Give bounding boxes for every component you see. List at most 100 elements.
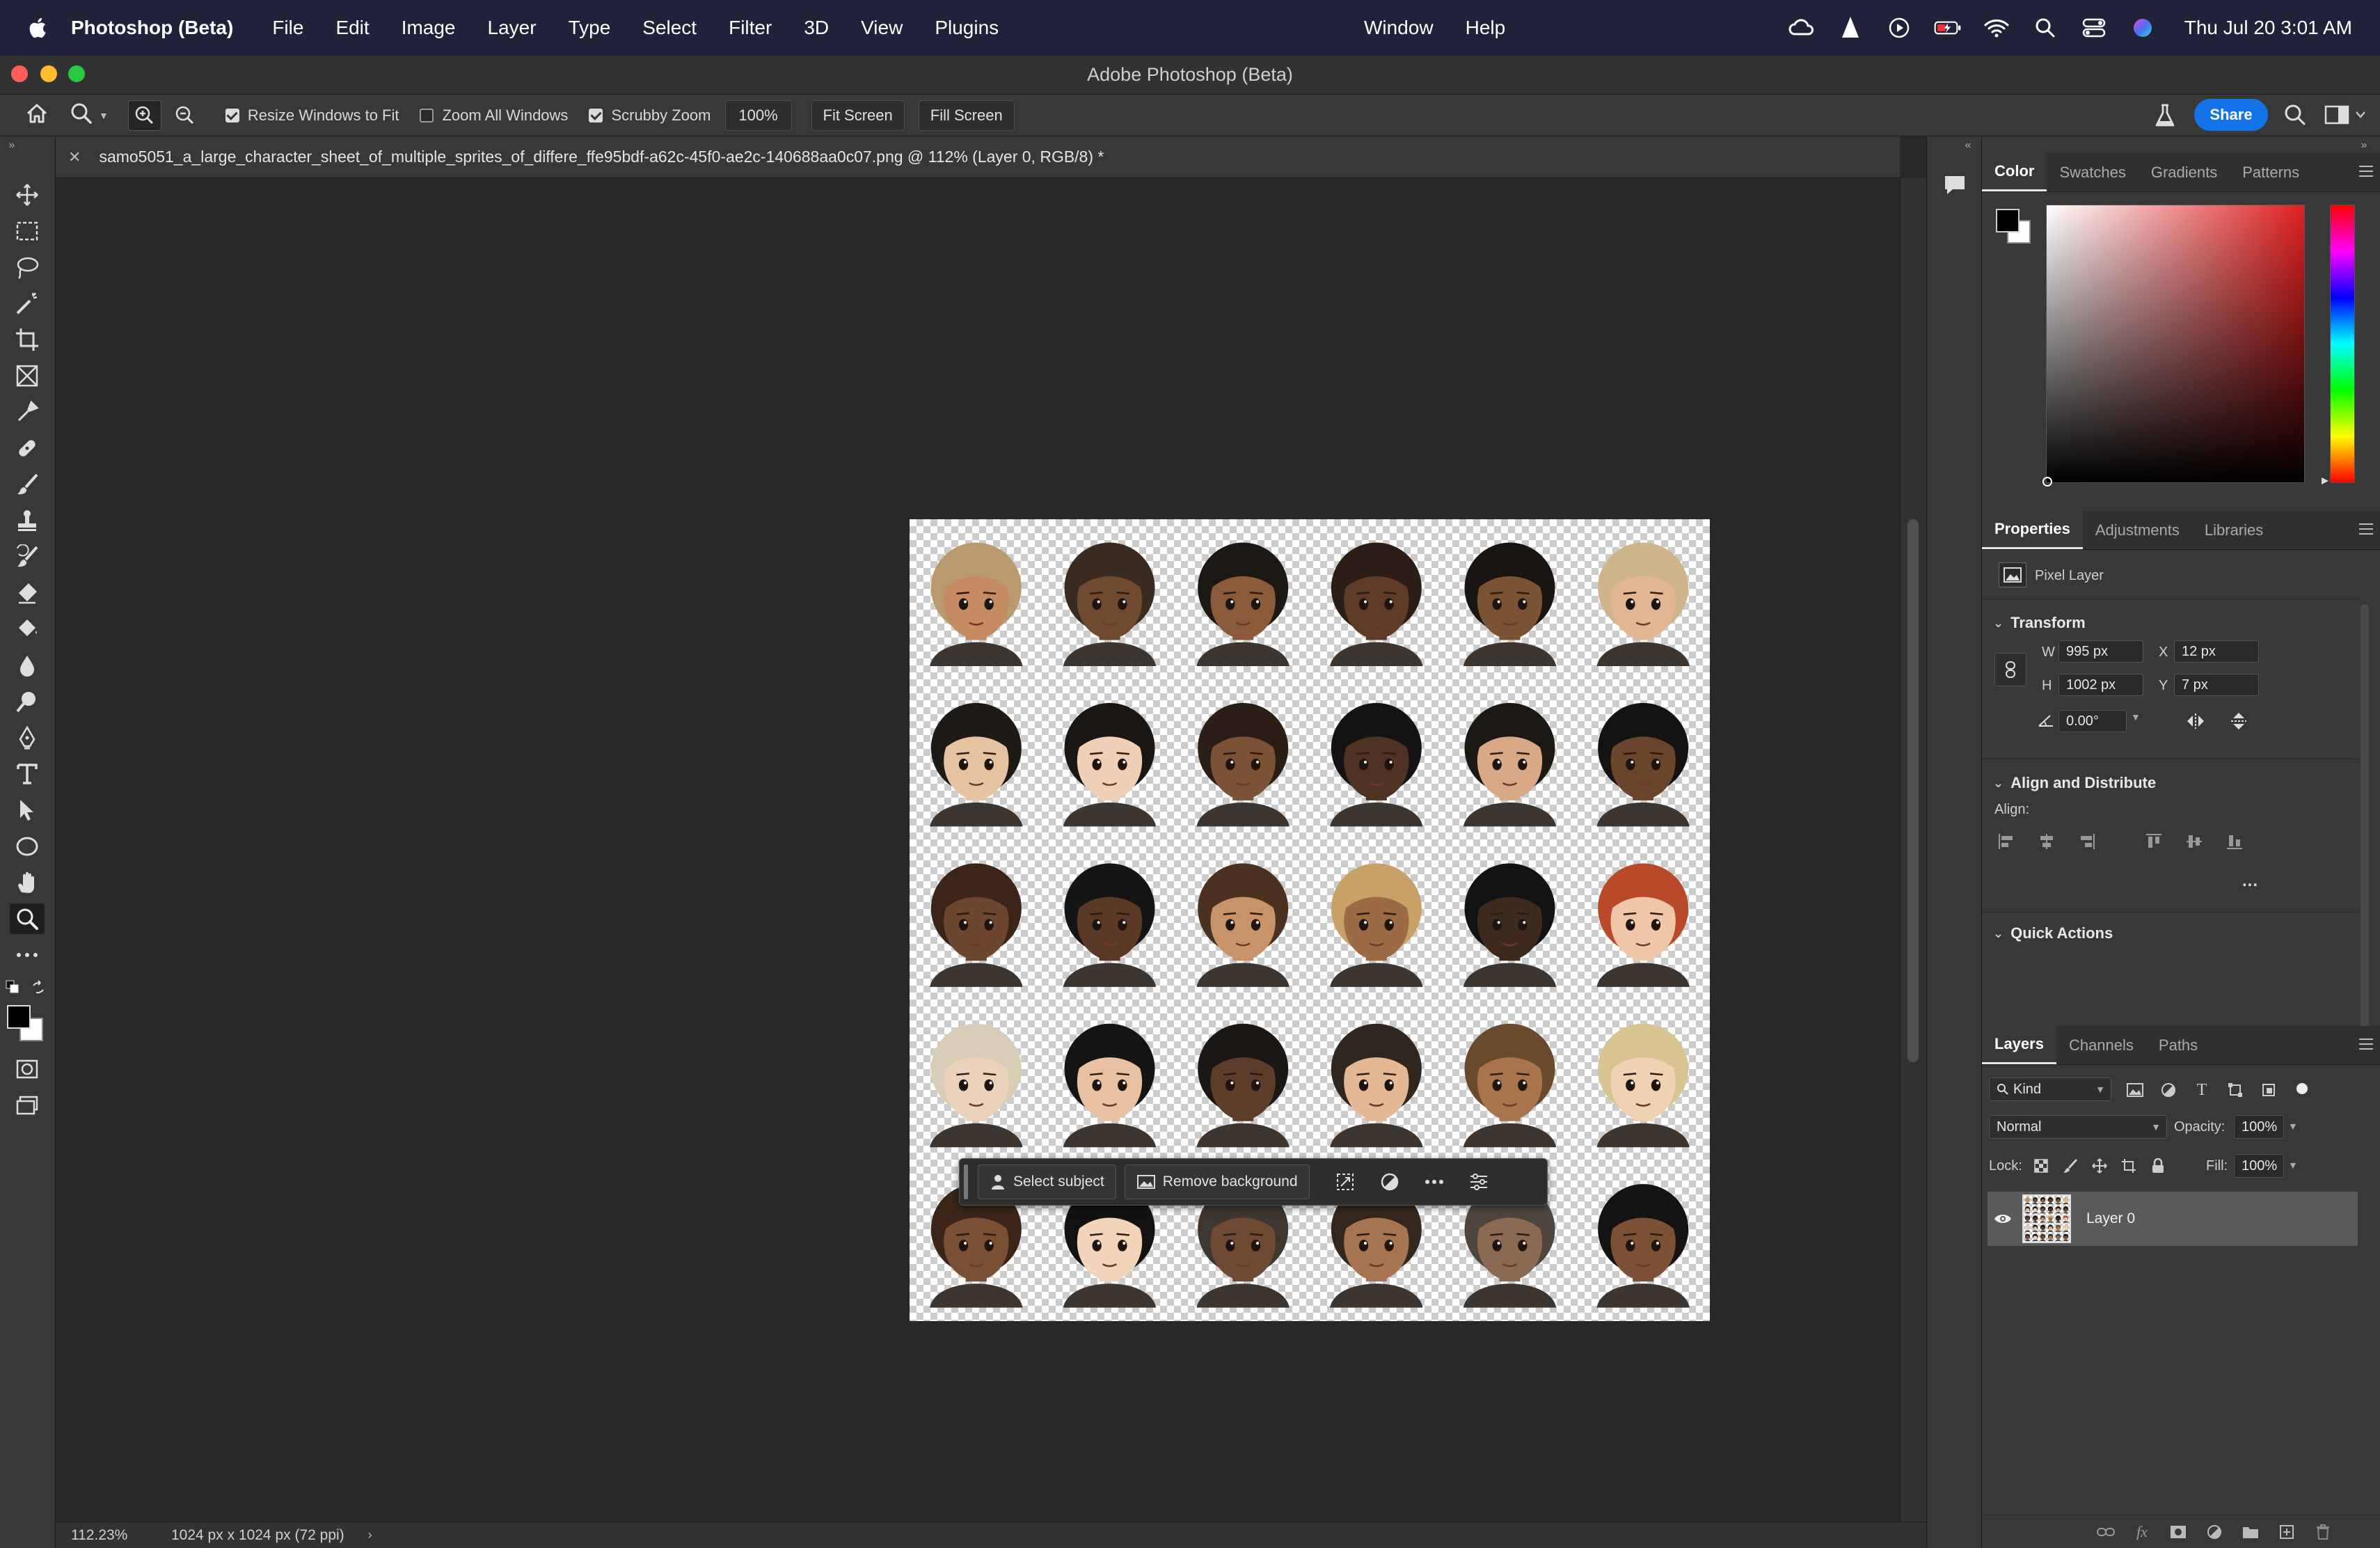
lock-image-pixels-icon[interactable] <box>2061 1157 2079 1175</box>
menu-plugins[interactable]: Plugins <box>935 17 999 39</box>
tab-swatches[interactable]: Swatches <box>2047 154 2138 191</box>
foreground-color-swatch[interactable] <box>7 1005 31 1029</box>
chevron-down-icon[interactable]: ▼ <box>99 110 109 121</box>
angle-dropdown-chevron-icon[interactable]: ▼ <box>2131 711 2141 722</box>
zoom-tool[interactable] <box>10 903 45 934</box>
layer-filter-kind-dropdown[interactable]: Kind ▼ <box>1989 1077 2111 1101</box>
blend-mode-dropdown[interactable]: Normal ▼ <box>1989 1115 2167 1139</box>
color-fg-swatch[interactable] <box>1996 209 2020 232</box>
adjustment-icon[interactable] <box>1372 1164 1407 1199</box>
wifi-icon[interactable] <box>1983 14 2010 42</box>
default-colors-icon[interactable] <box>6 980 19 994</box>
select-subject-button[interactable]: Select subject <box>978 1164 1116 1199</box>
swap-colors-icon[interactable] <box>31 980 46 995</box>
hue-slider-marker-icon[interactable] <box>2320 476 2330 486</box>
filter-type-layers-icon[interactable]: T <box>2192 1080 2212 1100</box>
history-brush-tool[interactable] <box>10 542 45 572</box>
opacity-field[interactable]: 100% <box>2234 1115 2284 1139</box>
menu-filter[interactable]: Filter <box>729 17 772 39</box>
flip-vertical-icon[interactable] <box>2227 710 2251 732</box>
align-left-edges-icon[interactable] <box>1996 831 2017 852</box>
new-group-icon[interactable] <box>2241 1522 2260 1542</box>
play-icon[interactable] <box>1885 14 1913 42</box>
clone-stamp-tool[interactable] <box>10 505 45 536</box>
close-document-icon[interactable]: ✕ <box>68 148 81 166</box>
search-icon[interactable] <box>2284 104 2306 130</box>
layer-effects-icon[interactable]: fx <box>2132 1522 2152 1542</box>
checkbox-unchecked-icon[interactable] <box>420 108 434 123</box>
apple-logo-icon[interactable] <box>25 15 47 40</box>
color-panel-menu-icon[interactable] <box>2359 166 2373 177</box>
tab-channels[interactable]: Channels <box>2056 1027 2146 1064</box>
lock-position-icon[interactable] <box>2091 1157 2109 1175</box>
align-top-edges-icon[interactable] <box>2143 831 2164 852</box>
opacity-slider-chevron-icon[interactable]: ▼ <box>2288 1121 2298 1132</box>
tab-gradients[interactable]: Gradients <box>2139 154 2230 191</box>
tab-layers[interactable]: Layers <box>1982 1025 2056 1064</box>
app-name-menu[interactable]: Photoshop (Beta) <box>71 17 233 39</box>
workspace-switcher-icon[interactable] <box>2324 104 2369 129</box>
expand-dock-icon[interactable]: » <box>2356 139 2372 151</box>
type-tool[interactable] <box>10 759 45 789</box>
move-tool[interactable] <box>10 180 45 210</box>
menu-window[interactable]: Window <box>1364 17 1434 39</box>
filter-adjustment-layers-icon[interactable] <box>2159 1080 2178 1100</box>
filter-smart-objects-icon[interactable] <box>2259 1080 2278 1100</box>
properties-scrollbar[interactable] <box>2361 604 2369 1036</box>
flip-horizontal-icon[interactable] <box>2184 710 2207 732</box>
drag-handle[interactable] <box>964 1164 968 1199</box>
zoom-window-button[interactable] <box>68 65 85 82</box>
creative-cloud-icon[interactable] <box>1788 14 1816 42</box>
vertical-scroll-thumb[interactable] <box>1907 519 1919 1062</box>
collapse-panels-icon[interactable]: « <box>1960 139 1976 151</box>
properties-panel-menu-icon[interactable] <box>2359 523 2373 535</box>
collapse-arrows-icon[interactable]: » <box>4 139 19 151</box>
magic-wand-tool[interactable] <box>10 288 45 319</box>
marquee-tool[interactable] <box>10 216 45 246</box>
menu-3d[interactable]: 3D <box>804 17 829 39</box>
x-position-field[interactable]: 12 px <box>2174 640 2259 663</box>
height-field[interactable]: 1002 px <box>2058 674 2143 696</box>
fit-screen-button[interactable]: Fit Screen <box>811 100 905 131</box>
task-bar-settings-icon[interactable] <box>1461 1164 1496 1199</box>
checkbox-checked-icon[interactable] <box>225 108 239 123</box>
tab-patterns[interactable]: Patterns <box>2230 154 2312 191</box>
brush-tool[interactable] <box>10 469 45 500</box>
filter-toggle-icon[interactable] <box>2292 1079 2312 1098</box>
color-field-marker[interactable] <box>2042 477 2052 487</box>
layer-name[interactable]: Layer 0 <box>2086 1210 2135 1227</box>
lock-all-icon[interactable] <box>2149 1157 2167 1175</box>
lock-artboard-icon[interactable] <box>2120 1157 2138 1175</box>
dodge-tool[interactable] <box>10 686 45 717</box>
eyedropper-tool[interactable] <box>10 397 45 427</box>
document-tab[interactable]: ✕ samo5051_a_large_character_sheet_of_mu… <box>56 136 1900 178</box>
battery-icon[interactable] <box>1934 14 1962 42</box>
beaker-icon[interactable] <box>2155 103 2175 132</box>
minimize-window-button[interactable] <box>40 65 57 82</box>
siri-icon[interactable] <box>2129 14 2157 42</box>
transform-selection-icon[interactable] <box>1328 1164 1363 1199</box>
zoom-level-readout[interactable]: 112.23% <box>71 1527 154 1544</box>
paint-bucket-tool[interactable] <box>10 614 45 645</box>
transform-section-header[interactable]: ⌄ Transform <box>1993 614 2086 632</box>
screen-mode-icon[interactable] <box>10 1090 45 1121</box>
fill-screen-button[interactable]: Fill Screen <box>918 100 1015 131</box>
fill-field[interactable]: 100% <box>2234 1154 2284 1178</box>
layer-row[interactable]: Layer 0 <box>1988 1192 2358 1246</box>
filter-pixel-layers-icon[interactable] <box>2125 1080 2145 1100</box>
eraser-tool[interactable] <box>10 578 45 608</box>
lock-transparent-pixels-icon[interactable] <box>2032 1157 2050 1175</box>
resize-windows-checkbox[interactable]: Resize Windows to Fit <box>225 106 399 125</box>
zoom-out-mode-button[interactable] <box>168 100 202 131</box>
menu-view[interactable]: View <box>861 17 903 39</box>
menu-type[interactable]: Type <box>569 17 611 39</box>
spotlight-icon[interactable] <box>2031 14 2059 42</box>
quick-actions-section-header[interactable]: ⌄ Quick Actions <box>1993 924 2113 942</box>
control-center-icon[interactable] <box>2080 14 2108 42</box>
share-button[interactable]: Share <box>2194 99 2268 131</box>
more-tools-icon[interactable] <box>10 940 45 970</box>
zoom-in-mode-button[interactable] <box>127 100 161 131</box>
menu-layer[interactable]: Layer <box>488 17 537 39</box>
tab-paths[interactable]: Paths <box>2146 1027 2210 1064</box>
menu-help[interactable]: Help <box>1466 17 1506 39</box>
